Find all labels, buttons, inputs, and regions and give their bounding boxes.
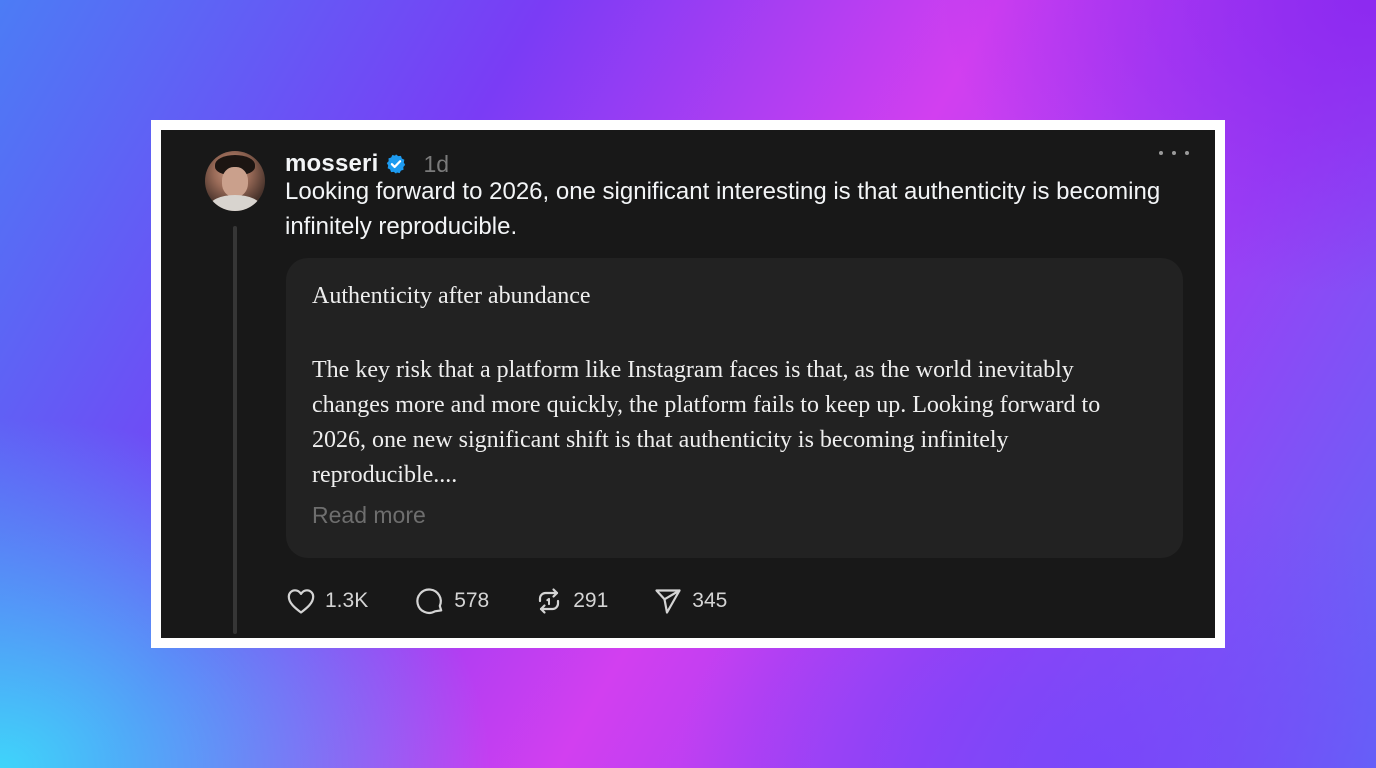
reply-count: 578	[454, 589, 490, 612]
verified-badge-icon	[385, 153, 407, 175]
avatar[interactable]	[205, 151, 265, 211]
send-icon	[652, 585, 684, 617]
comment-icon	[414, 585, 446, 617]
more-dot	[1159, 151, 1163, 155]
thread-post-card: mosseri 1d Looking forward to 2026, one …	[161, 130, 1215, 638]
post-text: Looking forward to 2026, one significant…	[285, 178, 1161, 240]
read-more-link[interactable]: Read more	[312, 502, 426, 529]
like-count: 1.3K	[325, 589, 369, 612]
more-dot	[1172, 151, 1176, 155]
quoted-article-card[interactable]: Authenticity after abundance The key ris…	[286, 258, 1183, 558]
thread-line	[233, 226, 237, 634]
repost-button[interactable]: 291	[533, 585, 608, 617]
article-excerpt: The key risk that a platform like Instag…	[312, 357, 1101, 488]
share-count: 345	[692, 589, 728, 612]
like-button[interactable]: 1.3K	[285, 585, 368, 617]
more-dot	[1185, 151, 1189, 155]
heart-icon	[285, 585, 317, 617]
post-actions: 1.3K 578 291 345	[285, 583, 727, 619]
repost-count: 291	[573, 589, 609, 612]
avatar-face	[222, 167, 248, 197]
article-title: Authenticity after abundance	[312, 283, 591, 309]
share-button[interactable]: 345	[652, 585, 727, 617]
avatar-shirt	[209, 195, 261, 211]
repost-icon	[533, 585, 565, 617]
screenshot-frame: mosseri 1d Looking forward to 2026, one …	[151, 120, 1225, 648]
more-horizontal-icon[interactable]	[1159, 142, 1189, 164]
reply-button[interactable]: 578	[414, 585, 489, 617]
